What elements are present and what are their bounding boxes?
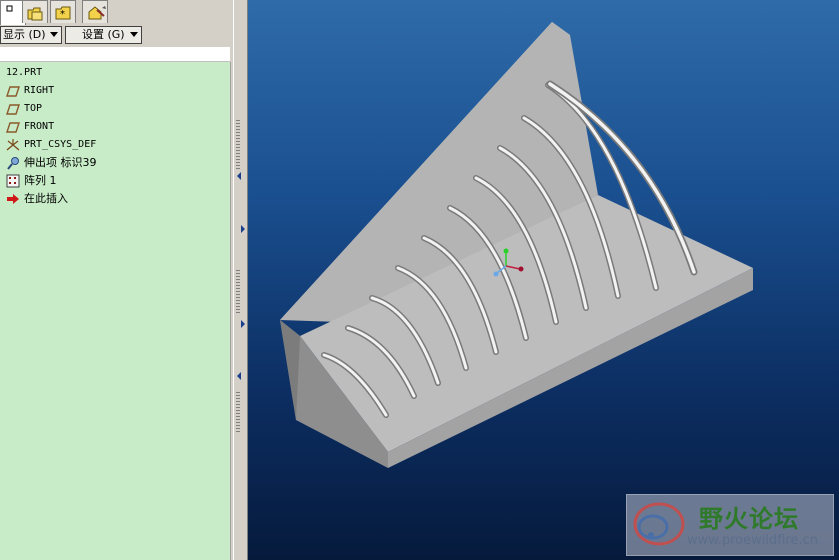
tree-item-label: 伸出项 标识39 bbox=[24, 156, 97, 169]
model-3d-view[interactable] bbox=[248, 0, 839, 560]
model-tree-header bbox=[0, 47, 230, 62]
collapse-left-arrow-icon[interactable] bbox=[237, 172, 241, 180]
model-tree: 12.PRT RIGHT TOP FRONT PRT_CSYS_DEF 伸出项 … bbox=[0, 62, 231, 560]
expand-right-arrow-icon[interactable] bbox=[241, 320, 245, 328]
tree-root-item[interactable]: 12.PRT bbox=[6, 64, 42, 82]
tree-root-label: 12.PRT bbox=[6, 67, 43, 78]
folder-browser-icon bbox=[27, 7, 43, 21]
tree-item-protrusion[interactable]: 伸出项 标识39 bbox=[6, 154, 97, 172]
panel-splitter[interactable] bbox=[233, 0, 248, 560]
tree-item-front[interactable]: FRONT bbox=[6, 118, 54, 136]
datum-plane-icon bbox=[6, 86, 20, 97]
expand-right-arrow-icon[interactable] bbox=[241, 225, 245, 233]
settings-dropdown[interactable]: 设置 (G) bbox=[65, 26, 142, 44]
tree-item-insert-here[interactable]: 在此插入 bbox=[6, 190, 68, 208]
tree-item-label: RIGHT bbox=[24, 85, 55, 96]
tree-item-label: FRONT bbox=[24, 121, 55, 132]
connections-tab[interactable] bbox=[82, 0, 108, 23]
connections-tools-icon bbox=[88, 6, 106, 20]
forum-logo-icon bbox=[633, 502, 685, 546]
splitter-grip bbox=[236, 270, 240, 315]
navigator-panel: * 显示 (D) 设置 (G) 12.PRT RIGHT TOP FRONT P… bbox=[0, 0, 233, 560]
datum-plane-icon bbox=[6, 122, 20, 133]
splitter-grip bbox=[236, 392, 240, 434]
tree-item-label: 在此插入 bbox=[24, 192, 68, 205]
navigator-tab-bar: * bbox=[0, 0, 233, 25]
collapse-left-arrow-icon[interactable] bbox=[237, 372, 241, 380]
favorites-folder-icon: * bbox=[55, 6, 71, 20]
graphics-viewport[interactable]: 野火论坛 www.proewildfire.cn bbox=[248, 0, 839, 560]
chevron-down-icon bbox=[130, 32, 138, 37]
settings-dropdown-label: 设置 (G) bbox=[82, 28, 125, 41]
pattern-icon bbox=[6, 174, 20, 188]
tree-item-label: TOP bbox=[24, 103, 43, 114]
watermark-title: 野火论坛 bbox=[699, 505, 799, 533]
favorites-tab[interactable]: * bbox=[50, 0, 76, 23]
coordinate-system-icon bbox=[6, 139, 20, 151]
tree-item-csys[interactable]: PRT_CSYS_DEF bbox=[6, 136, 96, 154]
splitter-grip bbox=[236, 120, 240, 170]
tree-item-label: 阵列 1 bbox=[24, 174, 57, 187]
datum-plane-icon bbox=[6, 104, 20, 115]
tree-item-pattern[interactable]: 阵列 1 bbox=[6, 172, 57, 190]
tree-item-label: PRT_CSYS_DEF bbox=[24, 139, 97, 150]
protrusion-feature-icon bbox=[7, 157, 19, 170]
model-tree-tab-icon bbox=[6, 5, 13, 12]
forum-watermark: 野火论坛 www.proewildfire.cn bbox=[626, 494, 834, 556]
show-dropdown-label: 显示 (D) bbox=[3, 28, 46, 41]
chevron-down-icon bbox=[50, 32, 58, 37]
insert-here-arrow-icon bbox=[7, 194, 19, 204]
svg-text:*: * bbox=[60, 9, 65, 20]
folder-browser-tab[interactable] bbox=[22, 0, 48, 23]
show-dropdown[interactable]: 显示 (D) bbox=[0, 26, 62, 44]
watermark-url: www.proewildfire.cn bbox=[687, 533, 818, 548]
navigator-menubar: 显示 (D) 设置 (G) bbox=[0, 25, 233, 46]
tree-item-top[interactable]: TOP bbox=[6, 100, 42, 118]
tree-item-right[interactable]: RIGHT bbox=[6, 82, 54, 100]
